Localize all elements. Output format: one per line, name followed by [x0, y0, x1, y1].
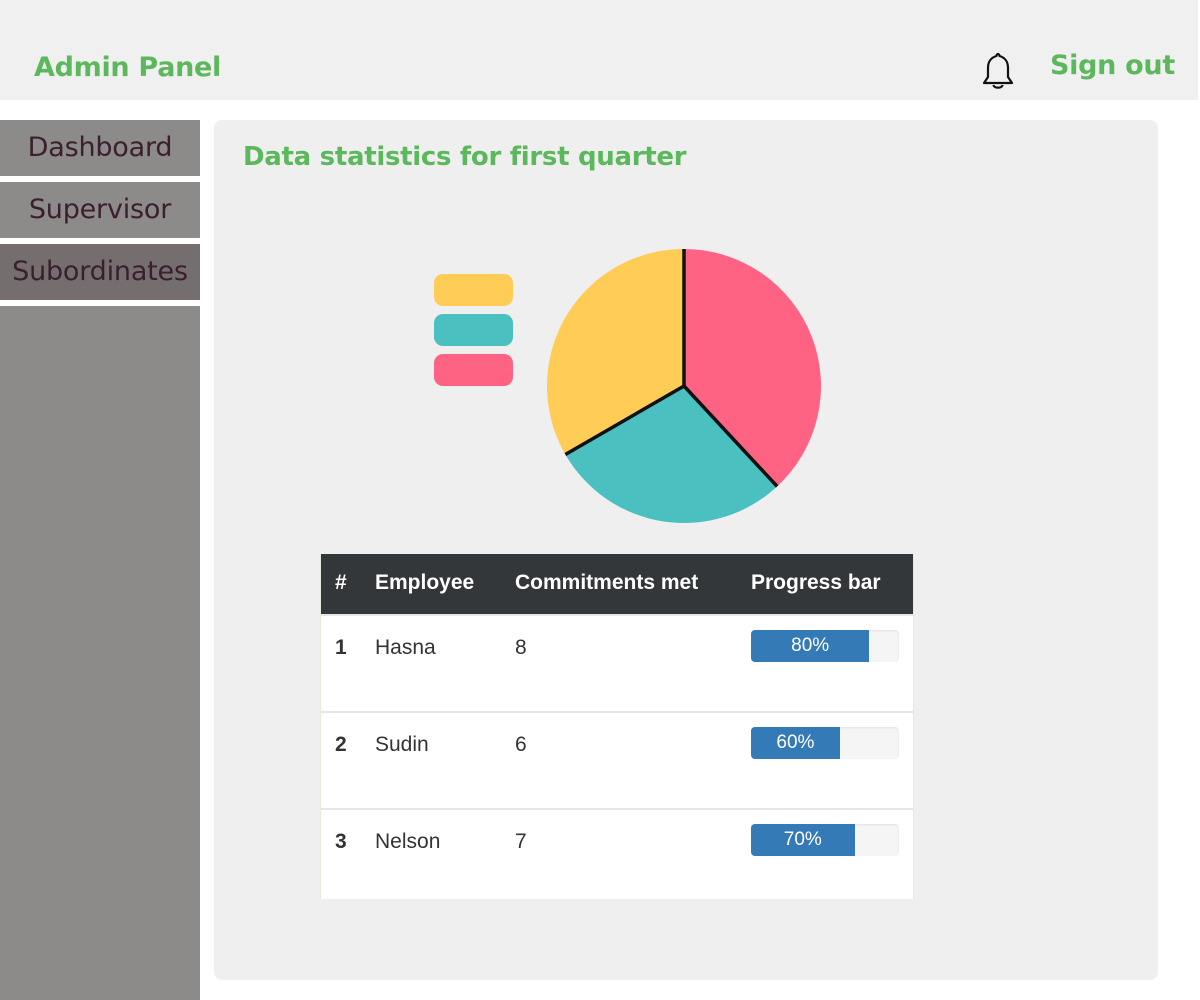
sidebar-item-subordinates[interactable]: Subordinates: [0, 244, 200, 300]
sidebar-item-dashboard[interactable]: Dashboard: [0, 120, 200, 176]
progress-bar: 60%: [751, 727, 899, 759]
progress-fill: 60%: [751, 727, 840, 759]
pie-chart: [547, 249, 821, 523]
bell-icon[interactable]: [978, 50, 1018, 92]
row-number: 3: [335, 830, 347, 853]
table-header: # Employee Commitments met Progress bar: [321, 554, 913, 614]
legend-swatch-2[interactable]: [434, 314, 513, 346]
column-header-commitments: Commitments met: [515, 571, 699, 594]
table-row: 2 Sudin 6 60%: [321, 711, 913, 808]
column-header-number: #: [335, 571, 347, 594]
employee-name: Hasna: [375, 636, 436, 659]
progress-fill: 70%: [751, 824, 855, 856]
employee-table: # Employee Commitments met Progress bar …: [320, 554, 914, 899]
legend-swatch-1[interactable]: [434, 274, 513, 306]
employee-name: Sudin: [375, 733, 429, 756]
commitments-value: 6: [515, 733, 527, 756]
progress-bar: 80%: [751, 630, 899, 662]
commitments-value: 7: [515, 830, 527, 853]
app-title: Admin Panel: [34, 52, 222, 83]
main-panel: Data statistics for first quarter # Empl…: [214, 120, 1158, 980]
sidebar-item-supervisor[interactable]: Supervisor: [0, 182, 200, 238]
column-header-progress: Progress bar: [751, 571, 881, 594]
chart-legend: [434, 274, 513, 394]
table-row: 3 Nelson 7 70%: [321, 808, 913, 905]
legend-swatch-3[interactable]: [434, 354, 513, 386]
top-bar: Admin Panel Sign out: [0, 0, 1198, 100]
row-number: 1: [335, 636, 347, 659]
sign-out-link[interactable]: Sign out: [1050, 50, 1175, 81]
sidebar-background: [0, 306, 200, 1000]
table-row: 1 Hasna 8 80%: [321, 614, 913, 711]
progress-fill: 80%: [751, 630, 870, 662]
commitments-value: 8: [515, 636, 527, 659]
employee-name: Nelson: [375, 830, 441, 853]
progress-bar: 70%: [751, 824, 899, 856]
row-number: 2: [335, 733, 347, 756]
sidebar: Dashboard Supervisor Subordinates: [0, 120, 200, 1000]
page-title: Data statistics for first quarter: [243, 142, 687, 172]
column-header-employee: Employee: [375, 571, 475, 594]
